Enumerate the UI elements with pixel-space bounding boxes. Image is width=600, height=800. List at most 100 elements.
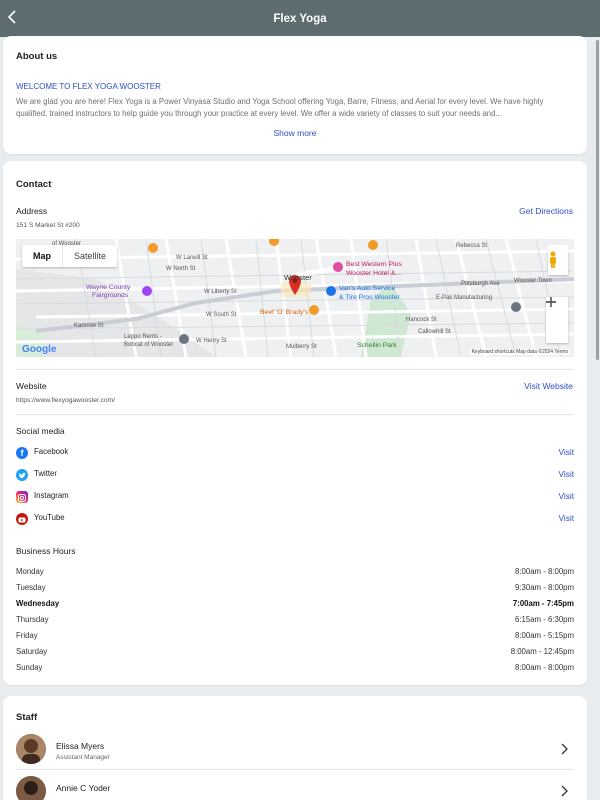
zoom-out-button[interactable] xyxy=(546,301,568,343)
social-media-title: Social media xyxy=(16,426,65,436)
contact-title: Contact xyxy=(16,179,52,190)
map-label-henry: W Henry St xyxy=(196,338,227,344)
map-label-callowhill: Callowhill St xyxy=(418,329,451,335)
hours-time: 9:30am - 8:00pm xyxy=(515,583,574,592)
hours-time: 8:00am - 8:00pm xyxy=(515,567,574,576)
address-value: 151 S Market St #200 xyxy=(16,222,80,229)
twitter-icon xyxy=(16,469,28,481)
chevron-right-icon xyxy=(561,785,568,797)
hours-day: Wednesday xyxy=(16,599,60,608)
about-heading: WELCOME TO FLEX YOGA WOOSTER xyxy=(16,82,161,91)
map-label-larwill: W Larwill St xyxy=(176,255,208,261)
hours-day: Sunday xyxy=(16,663,43,672)
visit-twitter-link[interactable]: Visit xyxy=(558,469,574,479)
scrollbar[interactable] xyxy=(596,40,599,360)
social-row-facebook: f Facebook Visit xyxy=(16,445,574,461)
facebook-icon: f xyxy=(16,447,28,459)
hours-row: Sunday 8:00am - 8:00pm xyxy=(16,663,574,675)
avatar xyxy=(16,776,46,800)
location-map[interactable]: of Wooster W Larwill St W North St Rebec… xyxy=(16,239,574,357)
map-label-beef: Beef 'O' Brady's xyxy=(260,309,309,316)
chevron-right-icon xyxy=(561,743,568,755)
hours-day: Friday xyxy=(16,631,38,640)
visit-youtube-link[interactable]: Visit xyxy=(558,513,574,523)
staff-card: Staff Elissa Myers Assistant Manager Ann… xyxy=(3,696,587,800)
business-hours-title: Business Hours xyxy=(16,546,76,556)
map-type-toggle: Map Satellite xyxy=(22,245,118,267)
map-credits[interactable]: Keyboard shortcuts Map data ©2024 Terms xyxy=(469,349,570,355)
hours-time: 6:15am - 6:30pm xyxy=(515,615,574,624)
visit-website-link[interactable]: Visit Website xyxy=(524,381,573,391)
google-logo: Google xyxy=(22,344,57,355)
map-label-hancock: Hancock St xyxy=(406,317,437,323)
hours-day: Tuesday xyxy=(16,583,46,592)
app-header: Flex Yoga xyxy=(0,0,600,37)
pegman-icon xyxy=(550,251,556,268)
map-label-wooster-town: Wooster Town xyxy=(514,278,552,284)
website-label: Website xyxy=(16,381,47,391)
divider xyxy=(16,769,574,770)
hours-time: 8:00am - 8:00pm xyxy=(515,663,574,672)
back-button[interactable] xyxy=(2,6,24,28)
contact-card: Contact Address Get Directions 151 S Mar… xyxy=(3,161,587,685)
zoom-control xyxy=(546,297,568,343)
satellite-tab[interactable]: Satellite xyxy=(62,245,117,267)
map-label-vans: Van's Auto Service xyxy=(339,285,396,292)
staff-name: Annie C Yoder xyxy=(56,783,111,793)
get-directions-link[interactable]: Get Directions xyxy=(519,206,573,216)
map-label-vans-2: & Tire Pros Wooster xyxy=(339,294,400,301)
map-label-north: W North St xyxy=(166,266,196,272)
hours-row: Thursday 6:15am - 6:30pm xyxy=(16,615,574,627)
hours-row: Saturday 8:00am - 12:45pm xyxy=(16,647,574,659)
map-label-rebecca: Rebecca St xyxy=(456,243,488,249)
map-label-pittsburgh: Pittsburgh Ave xyxy=(461,281,500,287)
website-url: https://www.flexyogawooster.com/ xyxy=(16,397,115,404)
map-label-leppo: Leppo Rents - xyxy=(124,334,162,340)
youtube-icon xyxy=(16,513,28,525)
hours-row: Tuesday 9:30am - 8:00pm xyxy=(16,583,574,595)
social-name: Instagram xyxy=(34,491,69,500)
map-label-wayne-2: Fairgrounds xyxy=(92,292,129,299)
social-name: YouTube xyxy=(34,513,65,522)
map-label-epak: E-Pak Manufacturing xyxy=(436,295,493,301)
staff-member-row[interactable]: Annie C Yoder xyxy=(16,776,574,800)
chevron-left-icon xyxy=(7,10,16,24)
map-label-schellin: Schellin Park xyxy=(357,342,397,349)
about-card: About us WELCOME TO FLEX YOGA WOOSTER We… xyxy=(3,36,587,154)
staff-member-row[interactable]: Elissa Myers Assistant Manager xyxy=(16,734,574,768)
hours-row: Friday 8:00am - 5:15pm xyxy=(16,631,574,643)
street-view-button[interactable] xyxy=(548,251,568,275)
avatar xyxy=(16,734,46,764)
divider xyxy=(16,414,574,415)
hours-row-today: Wednesday 7:00am - 7:45pm xyxy=(16,599,574,611)
staff-role: Assistant Manager xyxy=(56,754,110,761)
social-name: Facebook xyxy=(34,447,69,456)
hours-row: Monday 8:00am - 8:00pm xyxy=(16,567,574,579)
staff-name: Elissa Myers xyxy=(56,741,105,751)
social-row-instagram: Instagram Visit xyxy=(16,489,574,505)
show-more-link[interactable]: Show more xyxy=(3,128,587,138)
visit-facebook-link[interactable]: Visit xyxy=(558,447,574,457)
address-label: Address xyxy=(16,206,48,216)
visit-instagram-link[interactable]: Visit xyxy=(558,491,574,501)
minus-icon xyxy=(546,301,556,303)
map-tab[interactable]: Map xyxy=(22,245,62,267)
instagram-icon xyxy=(16,491,28,503)
social-row-twitter: Twitter Visit xyxy=(16,467,574,483)
map-label-wooster: Wooster xyxy=(284,273,312,282)
hours-time: 8:00am - 12:45pm xyxy=(510,647,574,656)
page-title: Flex Yoga xyxy=(273,12,327,25)
map-label-kamrow: Kamrow St xyxy=(74,323,104,329)
hours-day: Monday xyxy=(16,567,44,576)
hours-day: Saturday xyxy=(16,647,48,656)
hours-time: 7:00am - 7:45pm xyxy=(512,599,574,608)
map-label-best-western: Best Western Plus xyxy=(346,261,402,268)
map-label-mulberry: Mulberry St xyxy=(286,344,317,350)
staff-title: Staff xyxy=(16,712,38,723)
map-label-leppo-2: Bobcat of Wooster xyxy=(124,342,174,348)
about-body: We are glad you are here! Flex Yoga is a… xyxy=(16,97,544,118)
social-row-youtube: YouTube Visit xyxy=(16,511,574,527)
map-label-liberty: W Liberty St xyxy=(204,289,237,295)
map-label-south: W South St xyxy=(206,312,237,318)
divider xyxy=(16,369,574,370)
